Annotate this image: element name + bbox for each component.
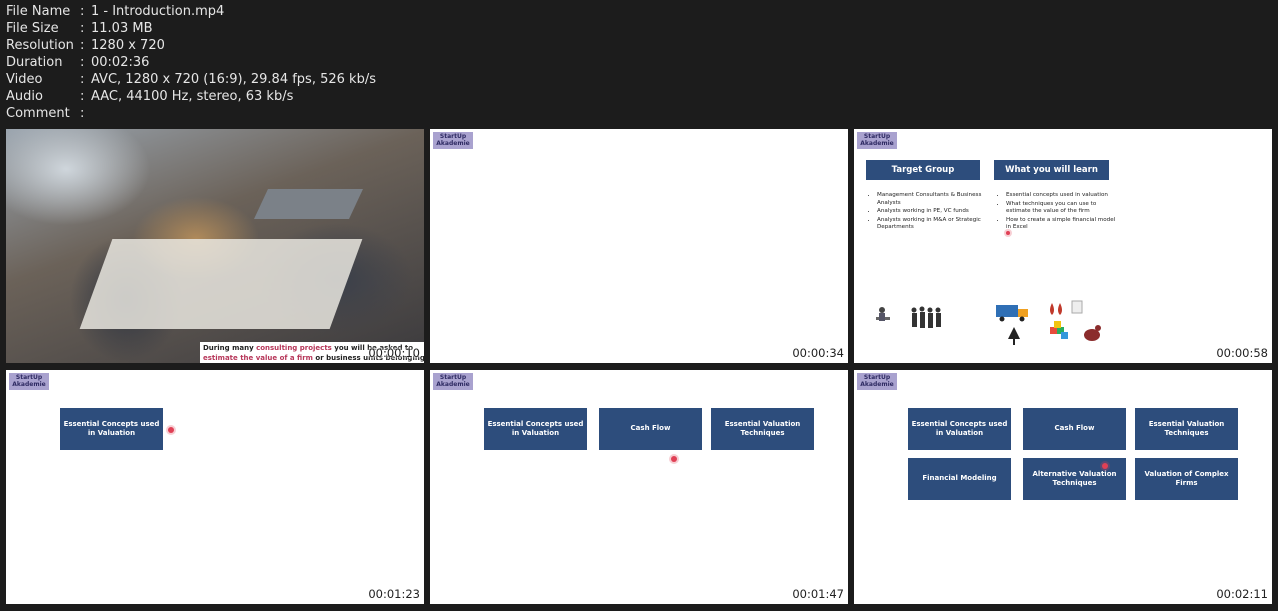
timestamp: 00:00:58 [1216,346,1268,360]
list-item: Analysts working in M&A or Strategic Dep… [877,217,987,232]
box-essential-concepts: Essential Concepts used in Valuation [484,408,587,450]
box-alternative-valuation-techniques: Alternative Valuation Techniques [1023,458,1126,500]
info-row-file-size: File Size:11.03 MB [6,21,153,36]
box-essential-concepts: Essential Concepts used in Valuation [908,408,1011,450]
box-cash-flow: Cash Flow [1023,408,1126,450]
timestamp: 00:00:10 [368,346,420,360]
target-group-header: Target Group [866,160,980,180]
box-cash-flow: Cash Flow [599,408,702,450]
desk-surface [79,239,363,329]
list-item: How to create a simple financial model i… [1006,217,1118,232]
assets-illustration [996,300,1101,345]
file-info-panel: File Name:1 - Introduction.mp4 File Size… [6,3,376,122]
pointer-dot [671,456,677,462]
box-essential-concepts: Essential Concepts used in Valuation [60,408,163,450]
startup-akademie-logo: StartUp Akademie [857,373,897,390]
list-item: Management Consultants & Business Analys… [877,192,987,207]
laptop-image [254,189,363,219]
info-row-resolution: Resolution:1280 x 720 [6,38,165,53]
timestamp: 00:02:11 [1216,587,1268,601]
thumbnail-6[interactable]: StartUp Akademie Essential Concepts used… [854,370,1272,604]
timestamp: 00:01:47 [792,587,844,601]
box-essential-valuation-techniques: Essential Valuation Techniques [1135,408,1238,450]
pointer-dot [168,427,174,433]
thumbnail-2[interactable]: StartUp Akademie 00:00:34 [430,129,848,363]
box-financial-modeling: Financial Modeling [908,458,1011,500]
info-row-duration: Duration:00:02:36 [6,55,150,70]
startup-akademie-logo: StartUp Akademie [433,373,473,390]
timestamp: 00:01:23 [368,587,420,601]
list-item: What techniques you can use to estimate … [1006,201,1118,216]
thumbnail-1[interactable]: During many consulting projects you will… [6,129,424,363]
list-item: Essential concepts used in valuation [1006,192,1118,200]
thumbnail-5[interactable]: StartUp Akademie Essential Concepts used… [430,370,848,604]
pointer-dot [1006,231,1010,235]
learn-list: Essential concepts used in valuation Wha… [995,192,1118,233]
people-illustration [876,306,941,328]
info-row-file-name: File Name:1 - Introduction.mp4 [6,4,225,19]
pointer-dot [1102,463,1108,469]
thumbnail-4[interactable]: StartUp Akademie Essential Concepts used… [6,370,424,604]
startup-akademie-logo: StartUp Akademie [857,132,897,149]
startup-akademie-logo: StartUp Akademie [9,373,49,390]
list-item: Analysts working in PE, VC funds [877,208,987,216]
thumbnail-grid: During many consulting projects you will… [6,129,1272,604]
box-valuation-of-complex-firms: Valuation of Complex Firms [1135,458,1238,500]
timestamp: 00:00:34 [792,346,844,360]
thumbnail-3[interactable]: StartUp Akademie Target Group What you w… [854,129,1272,363]
info-row-comment: Comment: [6,106,85,121]
box-essential-valuation-techniques: Essential Valuation Techniques [711,408,814,450]
startup-akademie-logo: StartUp Akademie [433,132,473,149]
what-you-will-learn-header: What you will learn [994,160,1109,180]
info-row-video: Video: AVC, 1280 x 720 (16:9), 29.84 fps,… [6,72,376,87]
info-row-audio: Audio: AAC, 44100 Hz, stereo, 63 kb/s [6,89,294,104]
target-group-list: Management Consultants & Business Analys… [866,192,987,233]
